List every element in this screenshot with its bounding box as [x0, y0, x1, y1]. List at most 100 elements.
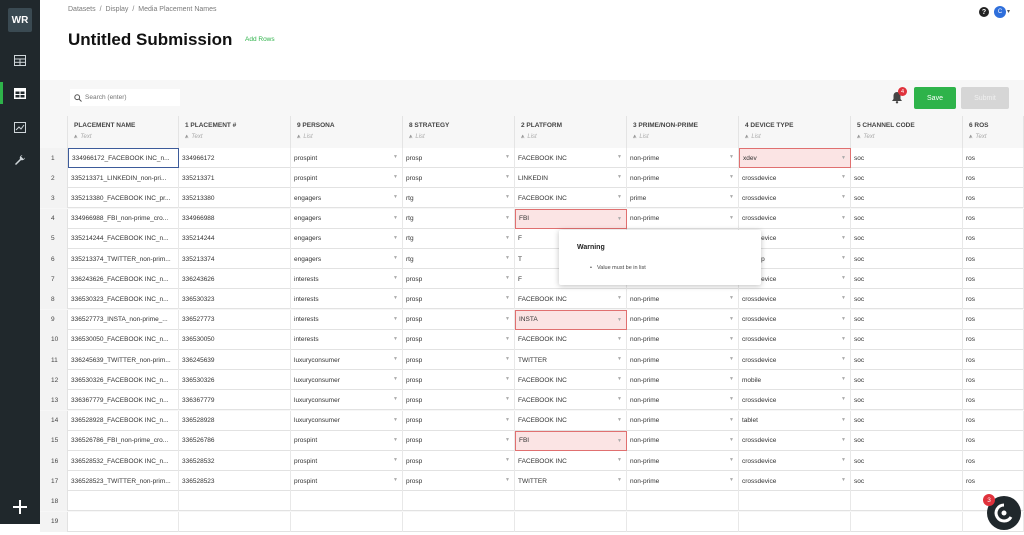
dropdown-arrow-icon[interactable]: ▼ — [505, 174, 510, 180]
row-number[interactable]: 11 — [40, 350, 68, 370]
table-cell[interactable]: prospint ▼ — [291, 430, 403, 451]
row-number[interactable]: 13 — [40, 390, 68, 411]
table-cell[interactable]: crossdevice ▼ — [739, 471, 851, 492]
dropdown-arrow-icon[interactable]: ▼ — [841, 437, 846, 443]
column-header[interactable]: 2 PLATFORM ⩚ List — [515, 116, 627, 148]
table-cell[interactable]: 334966172_FACEBOOK INC_n... — [68, 148, 179, 168]
dropdown-arrow-icon[interactable]: ▼ — [393, 174, 398, 180]
column-header[interactable]: PLACEMENT NAME ⩚ Text — [68, 116, 179, 148]
dropdown-arrow-icon[interactable]: ▼ — [617, 154, 622, 160]
row-number[interactable]: 7 — [40, 269, 68, 290]
table-cell[interactable] — [291, 491, 403, 512]
table-cell[interactable]: soc — [851, 309, 963, 330]
table-cell[interactable]: TWITTER ▼ — [515, 471, 627, 492]
dropdown-arrow-icon[interactable]: ▼ — [393, 457, 398, 463]
table-cell[interactable]: soc — [851, 430, 963, 451]
dropdown-arrow-icon[interactable]: ▼ — [617, 336, 622, 342]
table-cell[interactable]: 336528532_FACEBOOK INC_n... — [68, 451, 179, 471]
table-cell[interactable]: 336528523_TWITTER_non-prim... — [68, 471, 179, 492]
datasets-icon[interactable] — [10, 83, 30, 103]
table-cell[interactable]: FBI ▼ — [515, 208, 627, 229]
table-cell[interactable]: non-prime ▼ — [627, 471, 739, 492]
table-cell[interactable]: 335213380_FACEBOOK INC_pr... — [68, 188, 179, 209]
table-cell[interactable]: ros — [963, 208, 1024, 229]
table-cell[interactable]: soc — [851, 168, 963, 189]
table-cell[interactable]: soc — [851, 350, 963, 370]
table-cell[interactable]: soc — [851, 410, 963, 431]
column-header[interactable]: 6 ROS ⩚ Text — [963, 116, 1024, 148]
dropdown-arrow-icon[interactable]: ▼ — [505, 457, 510, 463]
table-cell[interactable]: 336527773_INSTA_non-prime_... — [68, 309, 179, 330]
dropdown-arrow-icon[interactable]: ▼ — [393, 336, 398, 342]
table-cell[interactable]: 335213371 — [179, 168, 291, 189]
table-cell[interactable]: 335214244_FACEBOOK INC_n... — [68, 228, 179, 249]
row-number[interactable]: 4 — [40, 208, 68, 229]
table-cell[interactable]: prosp ▼ — [403, 269, 515, 290]
dropdown-arrow-icon[interactable]: ▼ — [729, 376, 734, 382]
dropdown-arrow-icon[interactable]: ▼ — [729, 295, 734, 301]
table-cell[interactable]: crossdevice ▼ — [739, 390, 851, 411]
table-cell[interactable]: soc — [851, 148, 963, 168]
table-cell[interactable]: soc — [851, 249, 963, 269]
dropdown-arrow-icon[interactable]: ▼ — [393, 356, 398, 362]
table-cell[interactable]: crossdevice ▼ — [739, 350, 851, 370]
column-header[interactable]: 9 PERSONA ⩚ List — [291, 116, 403, 148]
table-cell[interactable]: engagers ▼ — [291, 228, 403, 249]
column-header[interactable]: 1 PLACEMENT # ⩚ Text — [179, 116, 291, 148]
table-cell[interactable] — [851, 491, 963, 512]
table-cell[interactable]: non-prime ▼ — [627, 208, 739, 229]
row-number[interactable]: 1 — [40, 148, 68, 168]
dropdown-arrow-icon[interactable]: ▼ — [505, 275, 510, 281]
dropdown-arrow-icon[interactable]: ▼ — [617, 317, 622, 323]
table-cell[interactable] — [627, 491, 739, 512]
table-cell[interactable] — [515, 511, 627, 532]
dropdown-arrow-icon[interactable]: ▼ — [393, 417, 398, 423]
table-cell[interactable]: engagers ▼ — [291, 208, 403, 229]
submit-button[interactable]: Submit — [961, 87, 1009, 109]
table-cell[interactable]: ros — [963, 289, 1024, 310]
table-cell[interactable]: 335214244 — [179, 228, 291, 249]
table-cell[interactable]: rtg ▼ — [403, 188, 515, 209]
dropdown-arrow-icon[interactable]: ▼ — [393, 396, 398, 402]
table-cell[interactable] — [851, 511, 963, 532]
column-header[interactable]: 5 CHANNEL CODE ⩚ Text — [851, 116, 963, 148]
table-cell[interactable]: ros — [963, 430, 1024, 451]
dropdown-arrow-icon[interactable]: ▼ — [393, 275, 398, 281]
dropdown-arrow-icon[interactable]: ▼ — [505, 154, 510, 160]
dropdown-arrow-icon[interactable]: ▼ — [841, 396, 846, 402]
app-logo[interactable]: WR — [8, 8, 32, 32]
table-cell[interactable]: prosp ▼ — [403, 471, 515, 492]
table-cell[interactable]: 335213380 — [179, 188, 291, 209]
table-cell[interactable]: rtg ▼ — [403, 228, 515, 249]
table-cell[interactable] — [179, 491, 291, 512]
table-cell[interactable]: non-prime ▼ — [627, 350, 739, 370]
dropdown-arrow-icon[interactable]: ▼ — [729, 417, 734, 423]
table-cell[interactable]: ros — [963, 451, 1024, 471]
dropdown-arrow-icon[interactable]: ▼ — [617, 295, 622, 301]
table-cell[interactable]: ros — [963, 350, 1024, 370]
dropdown-arrow-icon[interactable]: ▼ — [505, 376, 510, 382]
table-cell[interactable]: TWITTER ▼ — [515, 350, 627, 370]
table-cell[interactable]: FACEBOOK INC ▼ — [515, 188, 627, 209]
help-icon[interactable]: ? — [979, 7, 989, 17]
table-cell[interactable]: prosp ▼ — [403, 451, 515, 471]
dropdown-arrow-icon[interactable]: ▼ — [729, 336, 734, 342]
table-cell[interactable]: 334966988_FBI_non-prime_cro... — [68, 208, 179, 229]
table-cell[interactable]: interests ▼ — [291, 309, 403, 330]
dropdown-arrow-icon[interactable]: ▼ — [841, 316, 846, 322]
table-cell[interactable]: 336530050_FACEBOOK INC_n... — [68, 329, 179, 350]
dropdown-arrow-icon[interactable]: ▼ — [617, 194, 622, 200]
table-cell[interactable]: soc — [851, 390, 963, 411]
table-cell[interactable] — [627, 511, 739, 532]
dropdown-arrow-icon[interactable]: ▼ — [841, 336, 846, 342]
table-cell[interactable]: ros — [963, 148, 1024, 168]
table-cell[interactable]: soc — [851, 370, 963, 391]
table-cell[interactable]: 336530050 — [179, 329, 291, 350]
dropdown-arrow-icon[interactable]: ▼ — [393, 154, 398, 160]
row-number[interactable]: 10 — [40, 329, 68, 350]
dropdown-arrow-icon[interactable]: ▼ — [393, 194, 398, 200]
table-cell[interactable]: prosp ▼ — [403, 430, 515, 451]
table-cell[interactable]: rtg ▼ — [403, 208, 515, 229]
dropdown-arrow-icon[interactable]: ▼ — [617, 417, 622, 423]
table-cell[interactable]: non-prime ▼ — [627, 168, 739, 189]
